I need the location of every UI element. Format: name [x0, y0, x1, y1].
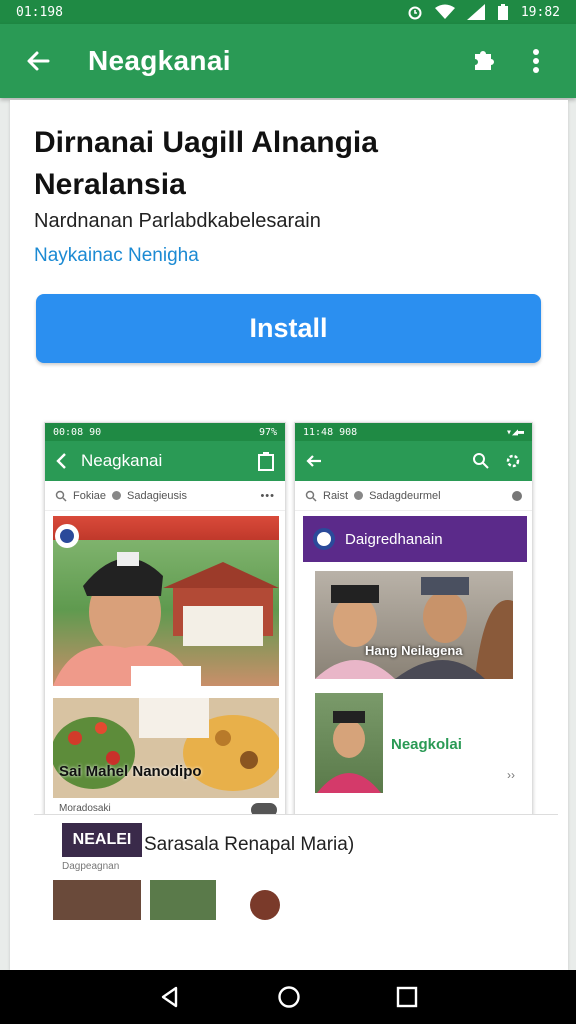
chevron-right-icon[interactable]: ››	[507, 768, 515, 782]
developer-name[interactable]: Nardnanan Parlabdkabelesarain	[34, 210, 321, 233]
category-link[interactable]: Naykainac Nenigha	[34, 245, 199, 267]
search-icon	[473, 453, 489, 469]
food-caption: Sai Mahel Nanodipo	[59, 763, 202, 780]
back-arrow-icon	[306, 455, 321, 467]
alarm-icon	[408, 6, 422, 20]
wifi-icon	[434, 4, 455, 19]
mock-search-text-2: Sadagieusis	[127, 489, 187, 502]
search-icon	[55, 490, 67, 502]
mock-status-bar: 11:48 908 ▾◢▬	[295, 423, 532, 441]
screenshot-1[interactable]: 00:08 90 97% Neagkanai Fokiae Sadagieusi…	[44, 422, 286, 863]
clipboard-icon	[258, 452, 274, 471]
more-horiz-icon: •••	[260, 489, 275, 502]
dot-icon	[354, 491, 364, 500]
bottom-banner[interactable]: NEALEI Sarasala Renapal Maria) Dagpeagna…	[34, 814, 558, 874]
mock-status-bar: 00:08 90 97%	[45, 423, 285, 441]
banner: Daigredhanain	[303, 516, 527, 562]
item-label: Neagkolai	[391, 736, 462, 753]
back-arrow-icon[interactable]	[20, 43, 56, 79]
mock-search-text-2: Sadagdeurmel	[369, 489, 441, 502]
mock-search-row: Fokiae Sadagieusis •••	[45, 481, 285, 511]
install-button[interactable]: Install	[36, 294, 541, 363]
battery-icon	[497, 4, 508, 20]
mock-search-row: Raist Sadagdeurmel	[295, 481, 532, 511]
banner-label: Daigredhanain	[345, 530, 443, 548]
mock-title: Neagkanai	[81, 451, 163, 470]
more-vert-icon[interactable]	[516, 41, 556, 81]
app-title: Dirnanai Uagill Alnangia Neralansia	[34, 126, 378, 201]
settings-icon	[506, 454, 520, 468]
mock-status-icons: ▾◢▬	[505, 426, 524, 438]
item-thumbnail	[315, 693, 383, 793]
nav-home-icon[interactable]	[277, 985, 301, 1009]
banner-sub-label: Dagpeagnan	[62, 861, 120, 872]
mock-status-left: 11:48 908	[303, 426, 358, 438]
app-bar: Neagkanai	[0, 24, 576, 98]
mock-status-left: 00:08 90	[53, 426, 102, 438]
status-bar: 01:198 19:82	[0, 0, 576, 24]
photo-caption: Hang Neilagena	[365, 643, 463, 658]
small-caption: Moradosaki	[59, 803, 111, 814]
status-left-text: 01:198	[16, 4, 63, 20]
banner-label: Sarasala Renapal Maria)	[144, 833, 355, 855]
dot-icon	[112, 491, 122, 500]
logo-icon	[313, 528, 335, 550]
mock-app-bar: Neagkanai	[45, 441, 285, 481]
thumbnail-3[interactable]	[53, 880, 141, 920]
nav-back-icon[interactable]	[158, 985, 182, 1009]
thumbnail-5[interactable]	[250, 890, 280, 920]
thumbnail-4[interactable]	[150, 880, 216, 920]
food-photo	[53, 698, 279, 798]
mock-status-right: 97%	[258, 426, 277, 438]
banner-thumbnail-label: NEALEI	[72, 831, 132, 848]
banner-thumbnail: NEALEI	[62, 823, 142, 857]
system-nav-bar	[0, 970, 576, 1024]
signal-icon	[466, 4, 485, 20]
app-bar-title: Neagkanai	[88, 45, 231, 76]
nav-recents-icon[interactable]	[396, 986, 418, 1008]
screenshot-2[interactable]: 11:48 908 ▾◢▬ Raist Sadagdeurmel Daigred…	[294, 422, 533, 863]
status-time: 19:82	[520, 4, 560, 20]
group-photo	[315, 571, 513, 679]
portrait-photo	[53, 516, 279, 686]
search-icon	[305, 490, 317, 502]
mock-search-text: Raist	[323, 489, 349, 502]
puzzle-icon[interactable]	[466, 41, 506, 81]
dot-icon	[512, 490, 522, 501]
back-chevron-icon	[56, 453, 66, 469]
mock-app-bar	[295, 441, 532, 481]
mock-search-text: Fokiae	[73, 489, 107, 502]
